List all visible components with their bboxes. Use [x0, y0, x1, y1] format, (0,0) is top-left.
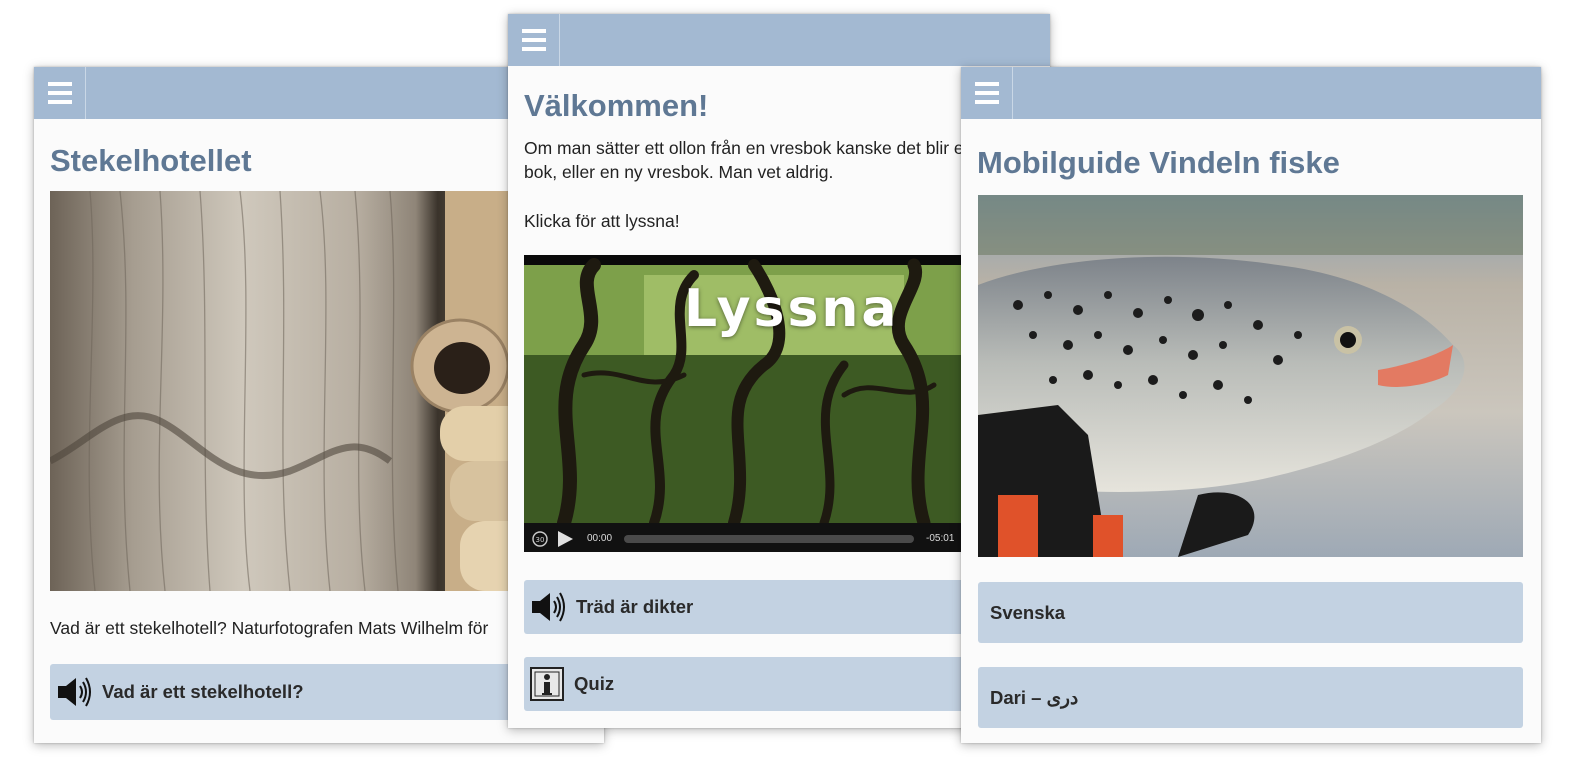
skip-back-30-icon[interactable]: 30	[531, 530, 549, 548]
audio-button-label: Vad är ett stekelhotell?	[102, 681, 304, 702]
screen-vindeln-fiske: Mobilguide Vindeln fiske Svenska Dari – …	[961, 67, 1541, 743]
menu-icon[interactable]	[508, 14, 560, 66]
page-title: Stekelhotellet	[50, 143, 252, 178]
info-icon	[530, 667, 564, 701]
menu-icon[interactable]	[34, 67, 86, 119]
page-title: Mobilguide Vindeln fiske	[977, 145, 1340, 180]
speaker-icon	[532, 592, 565, 622]
instruction-text: Klicka för att lyssna!	[524, 211, 680, 231]
video-current-time: 00:00	[587, 533, 613, 544]
video-overlay-title: Lyssna	[684, 279, 900, 339]
trout-photo	[978, 195, 1523, 557]
intro-text: Vad är ett stekelhotell? Naturfotografen…	[50, 618, 489, 638]
menu-icon[interactable]	[961, 67, 1013, 119]
top-bar	[508, 14, 1050, 66]
page-title: Välkommen!	[524, 88, 709, 123]
video-progress-bar[interactable]	[624, 534, 915, 543]
video-remaining-time: -05:01	[926, 533, 955, 544]
quiz-button-label: Quiz	[574, 673, 615, 694]
play-icon[interactable]	[555, 529, 575, 549]
svg-text:30: 30	[536, 536, 545, 544]
language-button-svenska[interactable]: Svenska	[978, 582, 1523, 643]
language-label: Svenska	[990, 601, 1066, 623]
language-button-dari[interactable]: Dari – دری	[978, 667, 1523, 728]
language-label: Dari – دری	[990, 686, 1079, 708]
speaker-icon	[58, 677, 91, 707]
poems-button-label: Träd är dikter	[576, 596, 694, 617]
top-bar	[961, 67, 1541, 119]
